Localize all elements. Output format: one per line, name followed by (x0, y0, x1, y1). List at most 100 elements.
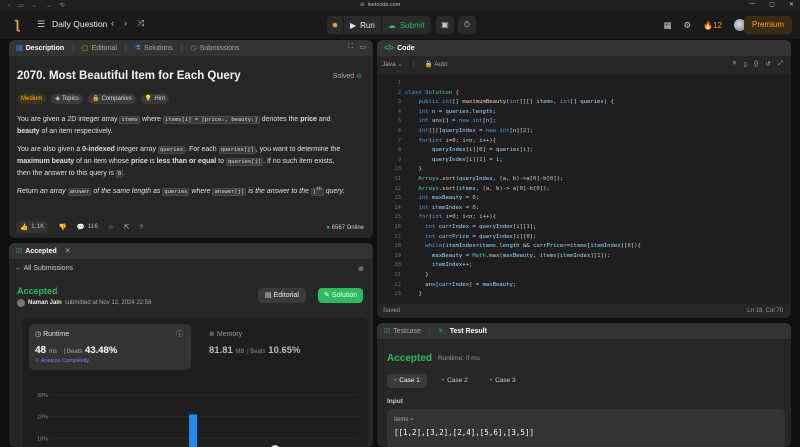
flask-icon: ⚗ (134, 45, 141, 52)
runtime-beats: 43.48% (85, 345, 118, 356)
auto-mode-toggle[interactable]: 🔒 Auto (425, 60, 448, 68)
tab-code[interactable]: </> Code (384, 45, 415, 52)
premium-button[interactable]: Premium (743, 16, 792, 34)
tab-test-result[interactable]: >_ Test Result (439, 328, 487, 335)
debug-icon[interactable]: ✹ (327, 21, 343, 30)
memory-label-row[interactable]: ⊛ Memory (209, 330, 242, 338)
fullscreen-icon[interactable]: ⤢ (778, 60, 783, 68)
browser-reload-icon[interactable]: ↻ (60, 2, 65, 9)
minimize-icon[interactable]: — (749, 1, 755, 8)
case-1-tab[interactable]: • Case 1 (387, 374, 427, 388)
hint-chip[interactable]: 💡 Hint (140, 94, 169, 104)
description-panel: ▤ Description | ▢ Editorial | ⚗ Solutions |… (9, 40, 373, 238)
button-label: Editorial (273, 292, 299, 299)
comments-button[interactable]: 💬 116 (77, 223, 98, 231)
submit-button[interactable]: ☁ Submit (380, 16, 431, 34)
tab-solutions[interactable]: ⚗ Solutions (134, 44, 173, 53)
help-icon[interactable]: ? (139, 224, 143, 231)
inline-code: queries[j] (225, 158, 264, 166)
language-select[interactable]: Java ⌄ (382, 60, 403, 68)
notes-icon[interactable]: ▣ (436, 16, 454, 34)
editorial-button[interactable]: ▤ Editorial (258, 288, 306, 303)
leetcode-logo[interactable]: ƪ (9, 17, 25, 33)
bookmark-icon[interactable]: ▯ (743, 60, 747, 68)
code-line: int currIndex = queryIndex[i][1]; (425, 224, 537, 230)
companies-chip[interactable]: 🔒 Companies (87, 94, 136, 104)
line-number: 18 (394, 243, 401, 250)
browser-forward-icon[interactable]: → (46, 3, 52, 9)
layout-icon[interactable]: ▦ (663, 20, 671, 31)
timer-icon[interactable]: ⏱ (458, 16, 476, 34)
case-3-tab[interactable]: • Case 3 (483, 374, 523, 388)
pass-dot-icon: • (489, 377, 493, 384)
browser-back-icon[interactable]: ← (32, 3, 38, 9)
check-square-icon: ☑ (16, 248, 23, 255)
case-2-tab[interactable]: • Case 2 (435, 374, 475, 388)
line-number: 11 (394, 176, 401, 182)
tab-label: Accepted (25, 247, 57, 255)
italic-text: is the answer to the (246, 187, 311, 195)
browser-url-bar[interactable]: ⊝ leetcode.com (360, 2, 400, 8)
settings-icon[interactable]: ⚙ (684, 20, 692, 31)
topics-chip[interactable]: ◈ Topics (51, 94, 83, 104)
text: Return (17, 187, 40, 195)
collapse-icon[interactable]: ▭ (359, 43, 366, 51)
tab-description[interactable]: ▤ Description (16, 44, 64, 53)
inline-code: queries (158, 146, 186, 154)
prev-problem-icon[interactable]: ‹ (111, 18, 114, 29)
user-name[interactable]: Naman Jain (28, 300, 62, 306)
input-var-value: [[1,2],[3,2],[2,4],[5,6],[3,5]] (394, 428, 534, 437)
braces-icon[interactable]: {} (754, 60, 758, 68)
line-number: 12 (394, 185, 401, 192)
chip-label: Topics (61, 96, 79, 102)
description-paragraph-3: Return an array answer of the same lengt… (17, 184, 362, 198)
analyze-complexity-link[interactable]: ✧ Analyze Complexity (35, 358, 89, 364)
like-button[interactable]: 👍 1.1K (16, 221, 49, 233)
solution-button[interactable]: ✎ Solution (318, 288, 364, 303)
link-icon[interactable]: ⊕ (358, 265, 364, 273)
format-icon[interactable]: ≡ (733, 60, 737, 68)
code-line: maxBeauty = Math.max(maxBeauty, items[it… (431, 252, 611, 259)
dislike-icon[interactable]: 👎 (58, 223, 66, 231)
inline-code: items[i] = [priceᵢ, beautyᵢ] (163, 116, 260, 124)
beats-group: | Beats (247, 349, 266, 355)
online-text: 6567 Online (331, 225, 364, 231)
info-icon[interactable]: ⓘ (176, 329, 183, 339)
streak-counter[interactable]: 🔥12 (703, 21, 722, 30)
chart-bar[interactable] (189, 414, 198, 447)
like-count: 1.1K (31, 223, 45, 230)
code-editor[interactable]: 1 2 class Solution {3 public int[] maximum… (377, 74, 791, 306)
problem-list-icon[interactable]: ☰ (37, 19, 45, 30)
maximize-icon[interactable]: ▢ (769, 1, 775, 8)
text: . (123, 170, 126, 177)
streak-count: 12 (713, 20, 722, 30)
text: to (216, 158, 226, 165)
tab-accepted[interactable]: ☑ Accepted (16, 247, 57, 256)
run-button[interactable]: ▶ Run (343, 16, 381, 34)
all-submissions-link[interactable]: ← All Submissions (15, 265, 73, 272)
tab-editorial[interactable]: ▢ Editorial (82, 44, 117, 53)
browser-tabs-icon[interactable]: ▭ (18, 2, 24, 9)
next-problem-icon[interactable]: › (124, 18, 127, 29)
runtime-card[interactable]: ◷ Runtime ⓘ 48 ms | Beats 43.48% ✧ Analy… (29, 324, 191, 370)
case-label: Case 1 (399, 377, 420, 384)
close-tab-icon[interactable]: ✕ (65, 247, 71, 255)
expand-icon[interactable]: ⛶ (348, 43, 353, 51)
reset-icon[interactable]: ↺ (765, 60, 770, 68)
memory-beats: 10.65% (268, 345, 301, 356)
memory-value: 81.81 (209, 345, 233, 356)
submit-label: Submit (399, 20, 425, 30)
close-window-icon[interactable]: ✕ (789, 1, 794, 8)
random-problem-icon[interactable]: ⤨ (137, 18, 144, 29)
browser-menu-icon[interactable]: ▫ (8, 3, 10, 9)
star-icon[interactable]: ☆ (108, 223, 114, 231)
share-icon[interactable]: ⇱ (124, 223, 129, 231)
runtime-distribution-chart[interactable]: 30% 20% 10% (23, 376, 368, 447)
test-tabs: ☑ Testcase | >_ Test Result (377, 323, 791, 339)
chip-label: Hint (154, 96, 165, 102)
tab-submissions[interactable]: ◷ Submissions (191, 44, 240, 53)
button-label: Solution (331, 292, 358, 299)
tab-testcase[interactable]: ☑ Testcase (384, 327, 421, 336)
line-number: 1 (397, 80, 401, 86)
problem-list-title[interactable]: Daily Question (52, 19, 107, 29)
